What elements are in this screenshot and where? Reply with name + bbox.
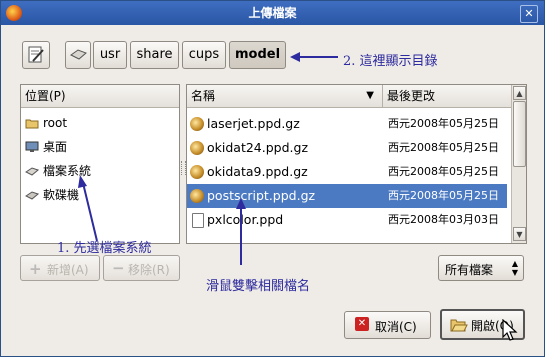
scroll-up-arrow[interactable]: ▲ [513,86,526,100]
annotation-step2: 2. 這裡顯示目錄 [343,54,438,69]
file-name: okidat24.ppd.gz [207,140,309,155]
file-filter-select[interactable]: 所有檔案 ▲ ▼ [438,255,524,281]
path-segment-model[interactable]: model [229,41,286,69]
updown-arrows-icon: ▲ ▼ [511,259,518,277]
floppy-drive-icon [25,191,39,200]
annotation-step1: 1. 先選檔案系統 [57,241,152,256]
place-item-desktop[interactable]: 桌面 [25,136,67,158]
ppd-file-icon [190,189,204,203]
add-icon: + [29,260,42,278]
scrollbar-thumb[interactable] [513,101,526,167]
window-title: 上傳檔案 [248,6,297,20]
place-label: 桌面 [43,140,68,154]
file-modified: 西元2008年05月25日 [388,141,499,154]
cancel-icon: ✕ [355,317,369,331]
file-list-scrollbar[interactable]: ▲ ▼ [511,85,526,243]
harddisk-icon [70,49,87,60]
file-name: postscript.ppd.gz [207,188,316,203]
ppd-file-icon [190,165,204,179]
filesystem-drive-icon [25,167,39,176]
path-segment-share[interactable]: share [130,41,179,69]
folder-open-icon [450,319,468,332]
add-bookmark-button: + 新增(A) [20,255,100,281]
close-button[interactable]: ✕ [520,5,538,23]
file-filter-value: 所有檔案 [445,263,494,277]
sort-descending-icon: ▼ [366,90,374,101]
home-folder-icon [25,119,39,129]
file-name: laserjet.ppd.gz [207,116,300,131]
edit-location-icon [28,46,44,63]
add-label: 新增(A) [47,263,89,277]
annotation-arrow-1 [78,175,98,242]
place-item-root[interactable]: root [25,112,67,134]
scroll-down-arrow[interactable]: ▼ [513,227,526,241]
annotation-arrow-2 [290,52,338,62]
column-name-label: 名稱 [191,89,216,103]
desktop-icon [25,141,39,152]
cancel-label: 取消(C) [375,320,417,334]
path-segment-cups[interactable]: cups [182,41,226,69]
close-icon: ✕ [524,7,534,20]
column-header-name[interactable]: 名稱 ▼ [187,85,383,108]
upload-file-dialog: 上傳檔案 ✕ usr share cups model 2. 這裡顯示目錄 位置… [0,0,545,357]
file-modified: 西元2008年03月03日 [388,213,499,226]
cancel-button[interactable]: ✕ 取消(C) [344,311,431,339]
remove-bookmark-button: − 移除(R) [103,255,180,281]
file-row[interactable]: okidat24.ppd.gz 西元2008年05月25日 [187,136,507,160]
column-modified-label: 最後更改 [387,89,436,103]
title-bar[interactable]: 上傳檔案 ✕ [1,1,544,25]
mouse-pointer-icon [502,319,518,341]
file-modified: 西元2008年05月25日 [388,117,499,130]
remove-icon: − [112,259,125,277]
file-row[interactable]: okidata9.ppd.gz 西元2008年05月25日 [187,160,507,184]
column-header-modified[interactable]: 最後更改 [383,85,511,108]
ppd-file-icon [190,117,204,131]
path-root-button[interactable] [65,41,91,69]
path-segment-usr[interactable]: usr [93,41,127,69]
ppd-file-icon [190,141,204,155]
place-label: 軟碟機 [43,188,80,202]
annotation-arrow-3 [236,198,246,265]
places-header-label: 位置(P) [25,89,66,103]
place-item-floppy[interactable]: 軟碟機 [25,184,79,206]
file-modified: 西元2008年05月25日 [388,165,499,178]
remove-label: 移除(R) [128,263,170,277]
file-modified: 西元2008年05月25日 [388,189,499,202]
places-header[interactable]: 位置(P) [21,85,179,108]
file-row[interactable]: laserjet.ppd.gz 西元2008年05月25日 [187,112,507,136]
annotation-step3: 滑鼠雙擊相關檔名 [206,279,311,294]
type-location-button[interactable] [22,41,50,69]
place-label: root [43,116,68,130]
document-file-icon [192,213,204,228]
file-name: okidata9.ppd.gz [207,164,308,179]
